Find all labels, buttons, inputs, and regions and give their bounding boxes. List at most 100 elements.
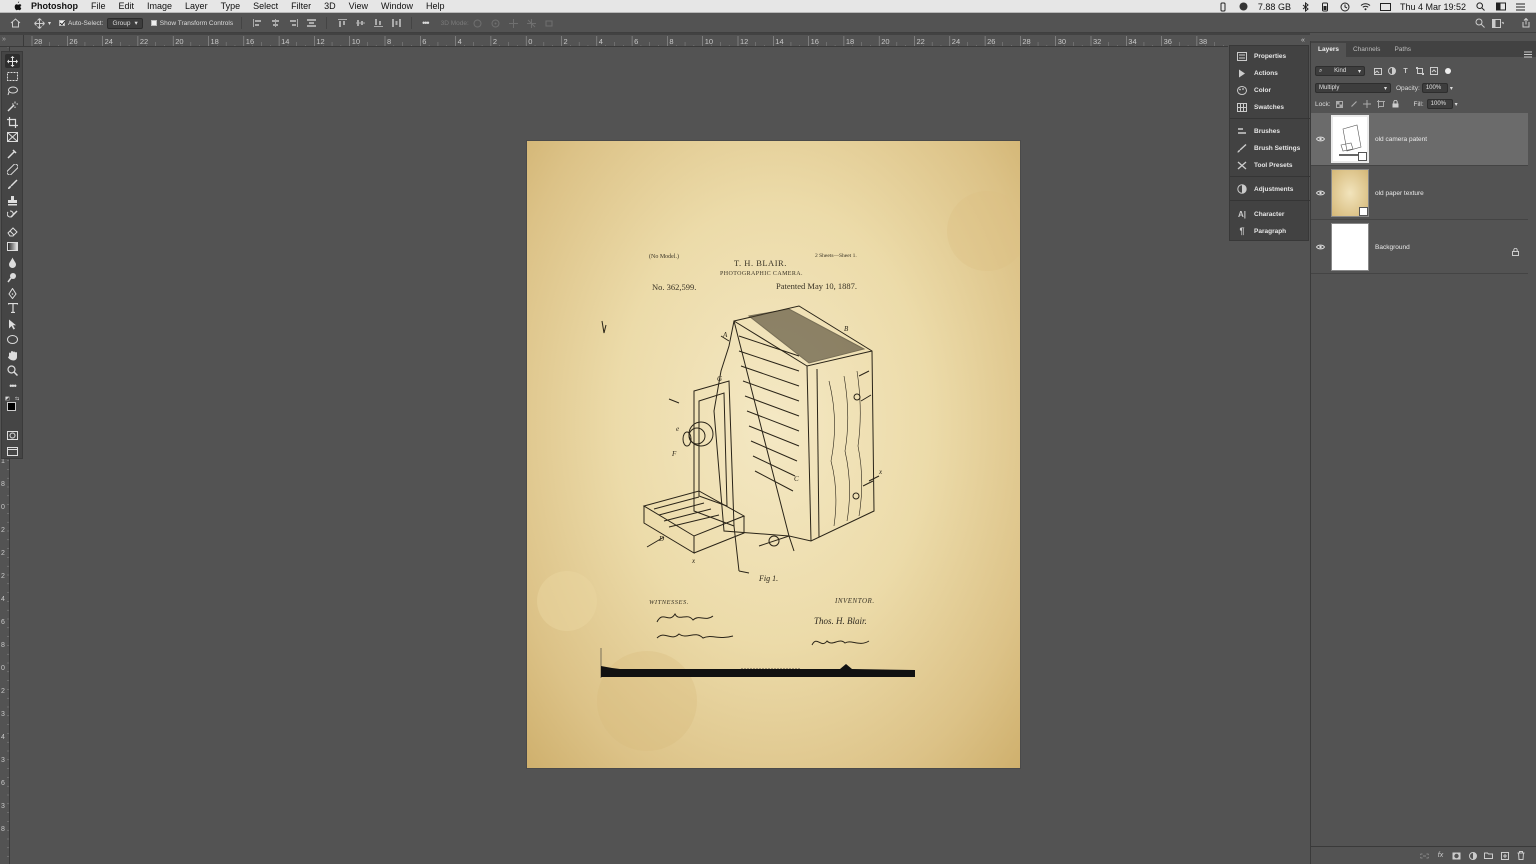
panel-brushes[interactable]: Brushes [1230,123,1310,139]
align-right-edges-icon[interactable] [288,19,298,28]
color-swatches[interactable]: ◩ ⇆ [5,396,22,416]
menu-edit[interactable]: Edit [119,0,135,13]
move-tool[interactable] [5,54,20,68]
new-layer-icon[interactable] [1500,851,1509,860]
eraser-tool[interactable] [5,224,20,238]
type-tool[interactable] [5,301,20,315]
notification-center-icon[interactable] [1515,1,1526,12]
menu-image[interactable]: Image [147,0,172,13]
panel-actions[interactable]: Actions [1230,65,1310,81]
panel-swatches[interactable]: Swatches [1230,99,1310,115]
path-selection-tool[interactable] [5,317,20,331]
panel-menu-icon[interactable] [1524,45,1532,58]
auto-select-checkbox[interactable]: Auto-Select: [59,20,103,27]
move-tool-preset-icon[interactable] [32,16,46,30]
chevron-down-icon[interactable]: ▾ [1450,85,1453,92]
filter-type-layers-icon[interactable]: T [1401,67,1410,76]
tab-layers[interactable]: Layers [1311,43,1346,57]
visibility-eye-icon[interactable] [1311,221,1329,274]
time-machine-icon[interactable] [1340,1,1351,12]
3d-pan-icon[interactable] [509,18,519,28]
align-bottom-edges-icon[interactable] [373,19,383,28]
dodge-tool[interactable] [5,270,20,284]
layer-name[interactable]: old paper texture [1375,190,1424,197]
chevron-down-icon[interactable]: ▾ [1455,101,1458,108]
quick-mask-button[interactable] [5,428,20,442]
memory-cleaner-icon[interactable] [1238,1,1249,12]
blur-tool[interactable] [5,255,20,269]
workspace-icon[interactable] [1492,17,1504,29]
layer-thumbnail[interactable] [1331,223,1369,271]
share-icon[interactable] [1520,17,1532,29]
lock-image-pixels-icon[interactable] [1349,100,1358,109]
align-horizontal-centers-icon[interactable] [270,19,280,28]
tab-paths[interactable]: Paths [1387,43,1418,57]
delete-layer-trash-icon[interactable] [1516,851,1525,860]
distribute-vertical-icon[interactable] [391,19,401,28]
layer-row[interactable]: old paper texture [1311,167,1528,220]
visibility-eye-icon[interactable] [1311,167,1329,220]
filter-toggle-icon[interactable] [1443,67,1452,76]
3d-orbit-icon[interactable] [473,19,483,28]
align-vertical-centers-icon[interactable] [355,19,365,28]
menu-app-photoshop[interactable]: Photoshop [31,0,78,13]
eyedropper-tool[interactable] [5,146,20,160]
tool-preset-dropdown-icon[interactable]: ▾ [48,20,51,27]
panel-properties[interactable]: Properties [1230,48,1310,64]
ruler-origin[interactable]: » [0,35,24,47]
panel-paragraph[interactable]: ¶ Paragraph [1230,223,1310,239]
layer-row[interactable]: old camera patent [1311,113,1528,166]
panel-brush-settings[interactable]: Brush Settings [1230,140,1310,156]
layer-name[interactable]: old camera patent [1375,136,1427,143]
battery-icon[interactable] [1320,1,1331,12]
menu-view[interactable]: View [349,0,368,13]
filter-kind-select[interactable]: ⌕ Kind ▾ [1315,66,1365,76]
menu-help[interactable]: Help [426,0,445,13]
collapse-panels-button[interactable]: « [1297,35,1309,45]
fill-input[interactable]: 100% [1426,99,1453,109]
menu-file[interactable]: File [91,0,106,13]
bluetooth-icon[interactable] [1300,1,1311,12]
layer-thumbnail[interactable] [1331,169,1369,217]
3d-roll-icon[interactable] [491,19,501,28]
add-mask-icon[interactable] [1452,851,1461,860]
tab-channels[interactable]: Channels [1346,43,1387,57]
memory-readout[interactable]: 7.88 GB [1258,2,1291,12]
distribute-icon[interactable] [306,19,316,28]
control-strip-icon[interactable] [1495,1,1506,12]
panel-adjustments[interactable]: Adjustments [1230,181,1310,197]
align-left-edges-icon[interactable] [252,19,262,28]
opacity-input[interactable]: 100% [1421,83,1448,93]
blend-mode-select[interactable]: Multiply ▾ [1315,83,1391,93]
history-brush-tool[interactable] [5,208,20,222]
frame-tool[interactable] [5,130,20,144]
panel-character[interactable]: A| Character [1230,206,1310,222]
magic-wand-tool[interactable] [5,99,20,113]
foreground-color-swatch[interactable] [7,402,16,411]
more-options-icon[interactable]: ••• [422,18,430,28]
menu-type[interactable]: Type [221,0,241,13]
panel-color[interactable]: Color [1230,82,1310,98]
lasso-tool[interactable] [5,84,20,98]
new-group-folder-icon[interactable] [1484,851,1493,860]
document-canvas[interactable]: (No Model.) T. H. BLAIR. 2 Sheets—Sheet … [527,141,1020,768]
hand-tool[interactable] [5,348,20,362]
brush-tool[interactable] [5,177,20,191]
menu-filter[interactable]: Filter [291,0,311,13]
layer-thumbnail[interactable] [1331,115,1369,163]
panel-tool-presets[interactable]: Tool Presets [1230,157,1310,173]
lock-artboard-icon[interactable] [1377,100,1386,109]
gradient-tool[interactable] [5,239,20,253]
clone-stamp-tool[interactable] [5,193,20,207]
filter-smart-objects-icon[interactable] [1429,67,1438,76]
new-adjustment-layer-icon[interactable] [1468,851,1477,860]
3d-slide-icon[interactable] [527,18,537,28]
battery-info-icon[interactable] [1218,1,1229,12]
healing-brush-tool[interactable] [5,162,20,176]
wifi-icon[interactable] [1360,1,1371,12]
transform-controls-checkbox[interactable]: Show Transform Controls [150,20,233,27]
menu-layer[interactable]: Layer [185,0,208,13]
menu-window[interactable]: Window [381,0,413,13]
lock-position-icon[interactable] [1363,100,1372,109]
transform-controls-check[interactable] [150,20,157,26]
